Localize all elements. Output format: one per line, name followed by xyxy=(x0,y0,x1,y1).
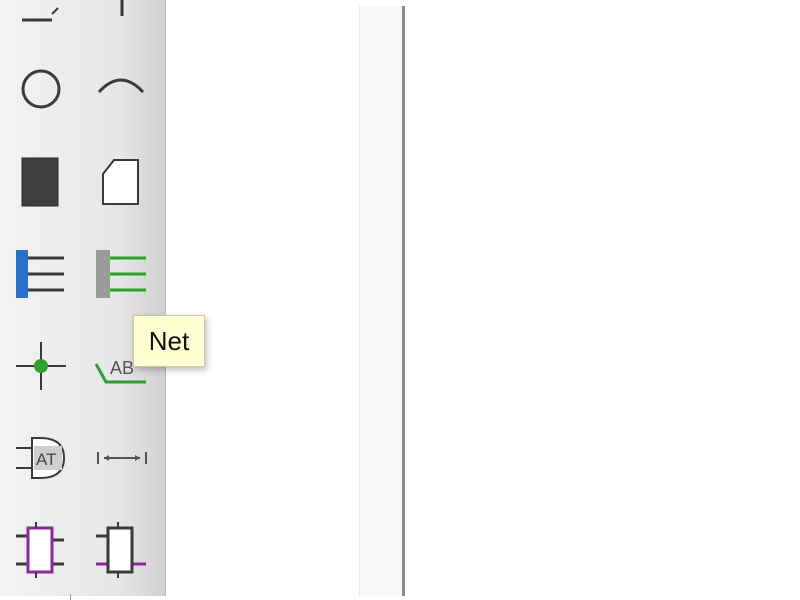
divider-tick xyxy=(70,594,71,600)
filled-rectangle-icon xyxy=(21,157,59,207)
tooltip: Net xyxy=(133,315,205,367)
arc-tool-button[interactable] xyxy=(92,60,152,120)
pin-tool-button[interactable] xyxy=(92,0,152,30)
circle-icon xyxy=(21,69,61,109)
rectangle-tool-button[interactable] xyxy=(10,152,70,212)
svg-text:AB: AB xyxy=(110,358,134,378)
side-panel-divider[interactable] xyxy=(359,6,405,596)
tool-palette: AB AT xyxy=(0,0,166,596)
polygon-icon xyxy=(102,159,139,205)
junction-icon xyxy=(16,342,66,390)
attribute-icon: AT xyxy=(16,437,66,479)
editor-area[interactable] xyxy=(408,0,800,596)
attribute-tool-button[interactable]: AT xyxy=(10,428,70,488)
arc-icon xyxy=(97,78,145,94)
line-tool-button[interactable] xyxy=(10,0,70,30)
part-icon xyxy=(96,522,146,578)
line-icon xyxy=(22,7,59,22)
polygon-tool-button[interactable] xyxy=(92,152,152,212)
svg-text:AT: AT xyxy=(36,450,56,469)
junction-tool-button[interactable] xyxy=(10,336,70,396)
bus-icon xyxy=(16,250,64,298)
frame-icon xyxy=(16,522,64,578)
bus-tool-button[interactable] xyxy=(10,244,70,304)
circle-tool-button[interactable] xyxy=(10,60,70,120)
pin-icon xyxy=(120,0,124,16)
frame-tool-button[interactable] xyxy=(10,520,70,580)
part-tool-button[interactable] xyxy=(92,520,152,580)
dimension-icon xyxy=(97,452,147,464)
dimension-tool-button[interactable] xyxy=(92,428,152,488)
bus-entry-tool-button[interactable] xyxy=(92,244,152,304)
drawing-canvas[interactable] xyxy=(167,0,359,596)
bus-entry-icon xyxy=(96,250,146,298)
tooltip-text: Net xyxy=(148,325,190,356)
